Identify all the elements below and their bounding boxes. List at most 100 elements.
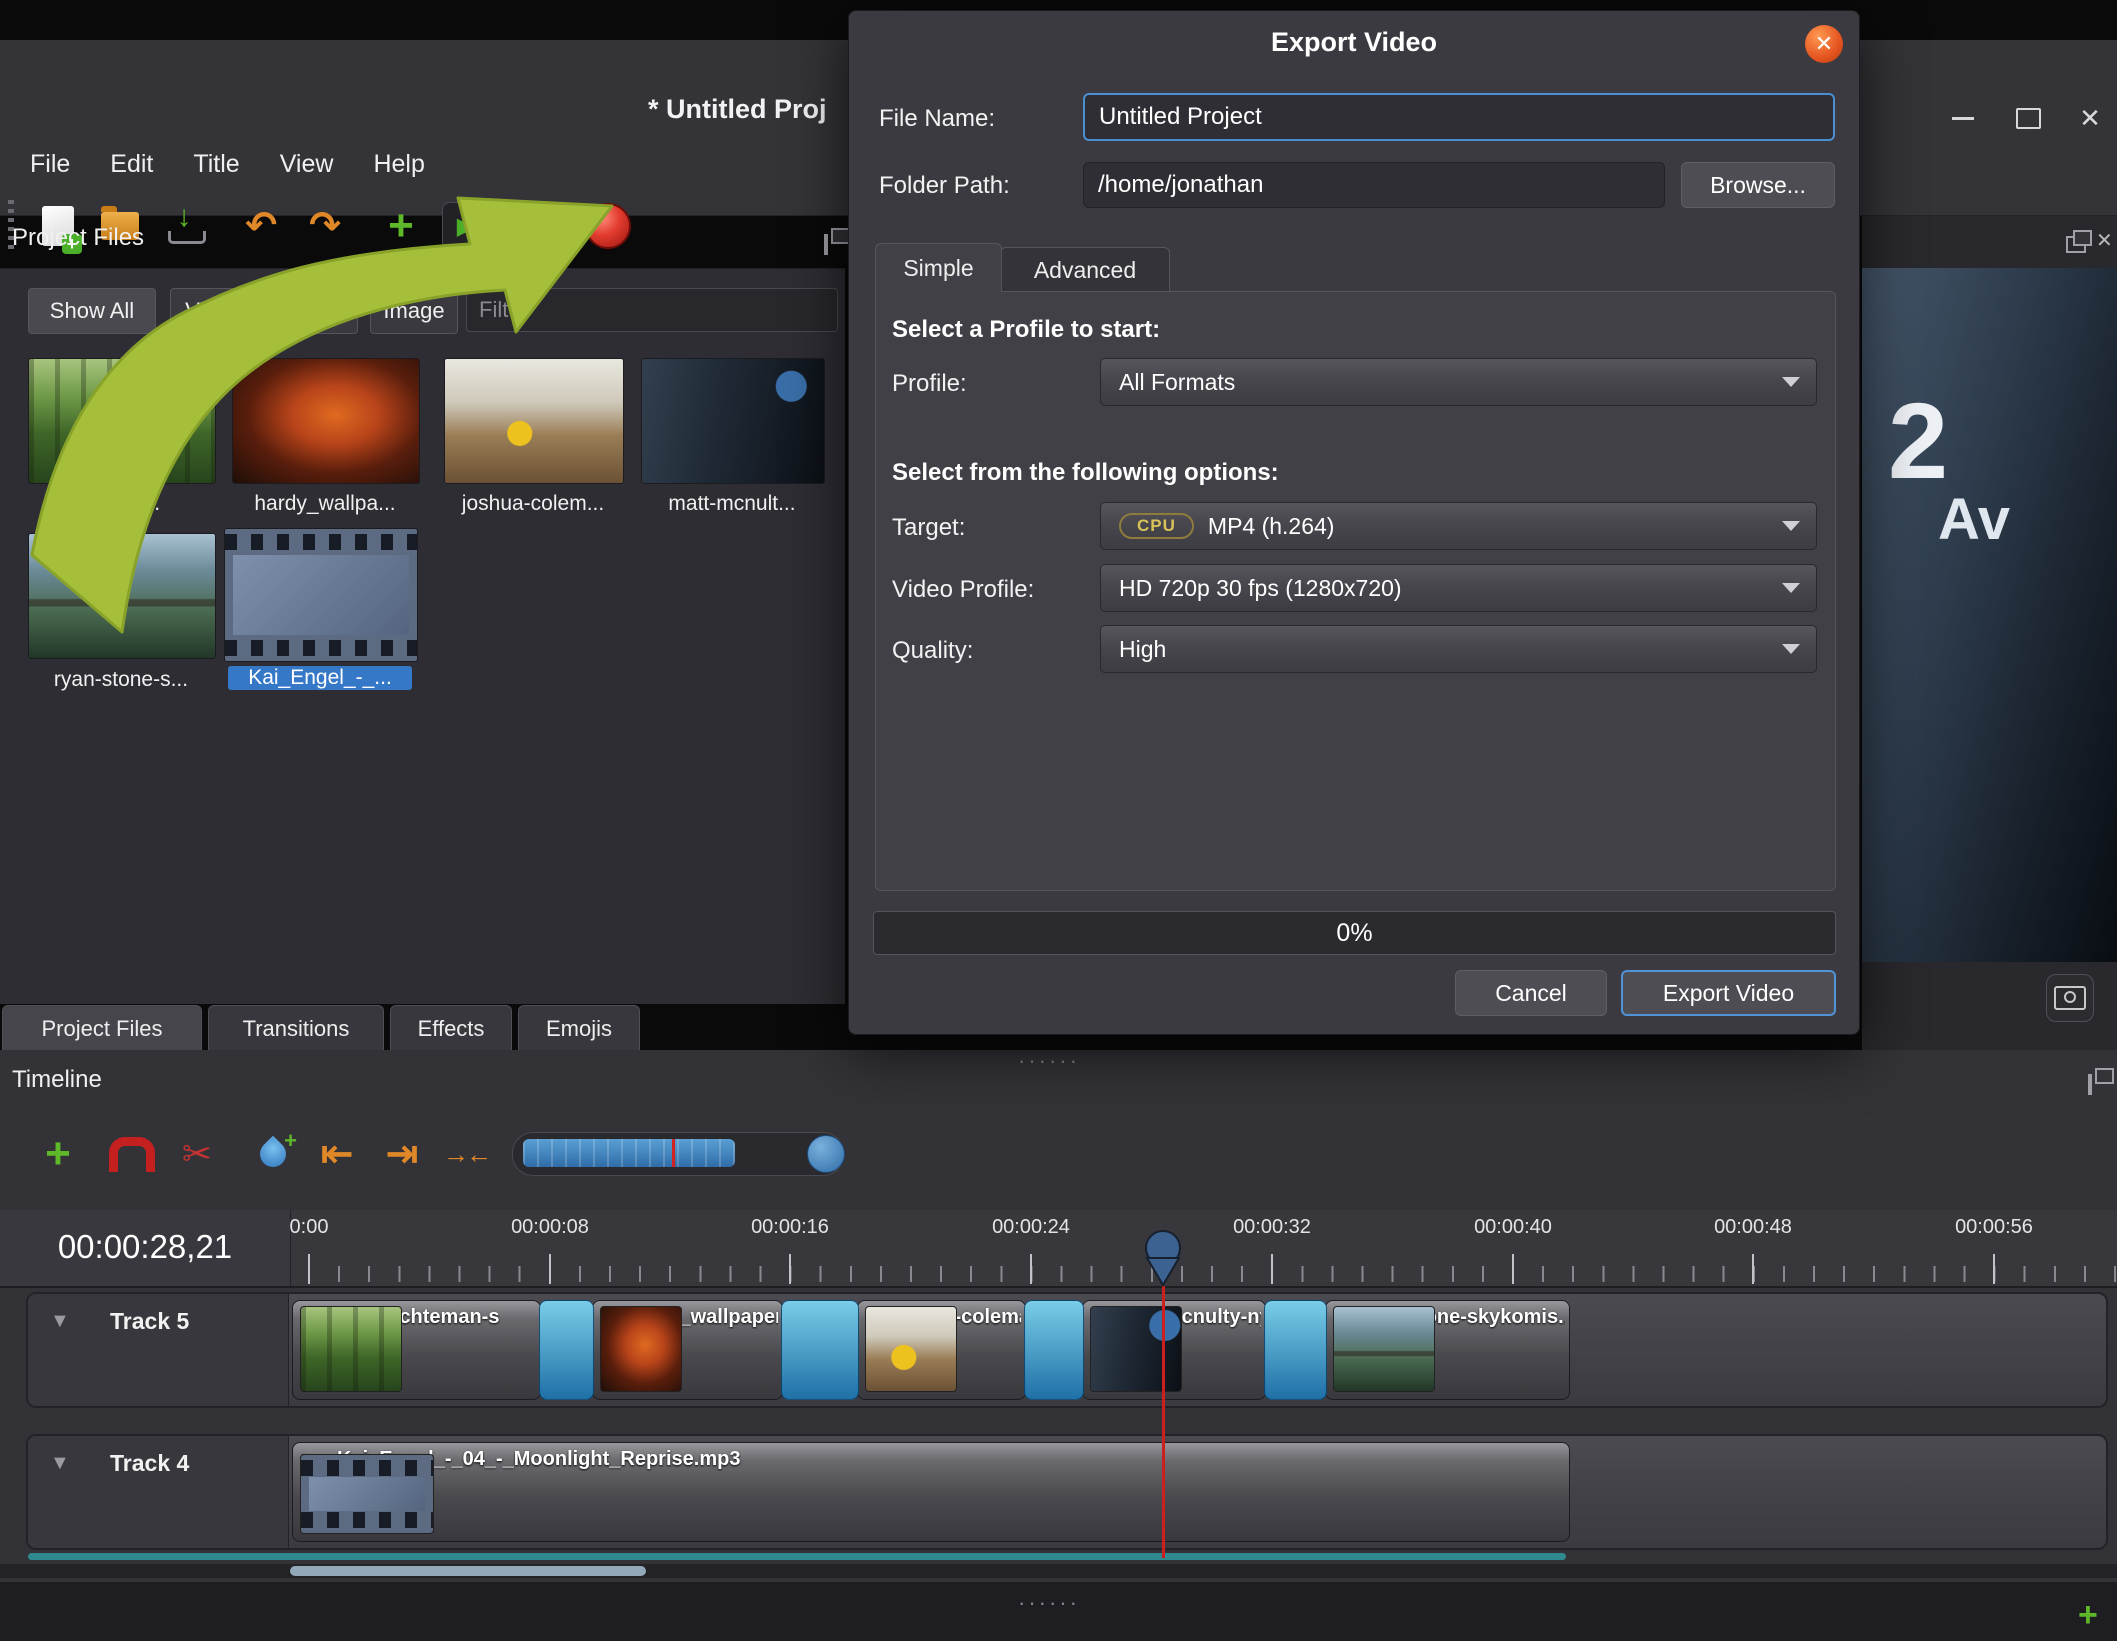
undock-panel-icon[interactable] xyxy=(824,234,828,255)
panel-splitter-handle[interactable]: ······ xyxy=(1018,1048,1080,1074)
timeline-clip-ryan[interactable]: ▾ ryan-stone-skykomis... xyxy=(1325,1300,1570,1400)
timeline-clip-joshua[interactable]: ▾ joshua-coleman-sc xyxy=(857,1300,1026,1400)
profile-label: Profile: xyxy=(892,370,967,397)
tab-emojis[interactable]: Emojis xyxy=(518,1005,640,1052)
folder-path-input[interactable] xyxy=(1083,162,1665,208)
filter-audio-button[interactable]: Audio xyxy=(270,288,358,334)
snapping-button[interactable] xyxy=(106,1126,158,1182)
current-time-box: 00:00:28,21 xyxy=(0,1210,291,1286)
file-thumbnail-matt[interactable] xyxy=(641,358,825,484)
previous-marker-button[interactable]: ⇤ xyxy=(311,1126,363,1182)
import-files-button[interactable]: + xyxy=(375,198,427,254)
menu-help[interactable]: Help xyxy=(353,142,444,187)
play-icon: ▶ xyxy=(442,202,490,250)
close-button[interactable]: ✕ xyxy=(2068,98,2112,138)
transition[interactable] xyxy=(539,1300,594,1400)
ruler-label: 00:00:48 xyxy=(1714,1216,1792,1238)
timeline-clip-brad[interactable]: ▾ brad-huchteman-s xyxy=(292,1300,541,1400)
menu-view[interactable]: View xyxy=(260,142,354,187)
hscrollbar-thumb[interactable] xyxy=(290,1566,646,1576)
choose-profile-button[interactable] xyxy=(506,198,558,254)
play-button[interactable]: ▶ xyxy=(440,198,492,254)
tab-project-files[interactable]: Project Files xyxy=(2,1005,202,1052)
track-name: Track 4 xyxy=(110,1450,190,1476)
save-icon: ↓ xyxy=(176,200,192,233)
timeline-clip-matt[interactable]: ▾ matt-mcnulty-nyc- xyxy=(1082,1300,1266,1400)
track-chevron-icon[interactable]: ▼ xyxy=(50,1310,70,1333)
export-video-confirm-button[interactable]: Export Video xyxy=(1621,970,1836,1016)
redo-button[interactable]: ↷ xyxy=(299,198,351,254)
track-header[interactable]: ▼ Track 5 xyxy=(28,1294,289,1406)
filter-show-all-button[interactable]: Show All xyxy=(28,288,156,334)
profile-value: All Formats xyxy=(1119,368,1236,395)
splitter-handle[interactable]: ······ xyxy=(1018,1590,1080,1616)
add-track-button[interactable]: + xyxy=(32,1126,84,1182)
zoom-range[interactable] xyxy=(523,1139,735,1167)
file-label: joshua-colem... xyxy=(461,492,605,515)
undock-preview-icon[interactable] xyxy=(2066,230,2092,253)
menu-edit[interactable]: Edit xyxy=(90,142,173,187)
folder-path-label: Folder Path: xyxy=(879,172,1010,199)
file-name-label: File Name: xyxy=(879,105,996,132)
center-playhead-button[interactable]: →← xyxy=(440,1126,492,1182)
filter-image-button[interactable]: Image xyxy=(370,288,458,334)
timeline-hscrollbar[interactable] xyxy=(0,1564,2117,1578)
video-profile-dropdown[interactable]: HD 720p 30 fps (1280x720) xyxy=(1100,564,1817,612)
menu-bar: File Edit Title View Help xyxy=(10,142,445,187)
add-marker-button[interactable]: + xyxy=(247,1126,299,1182)
track-chevron-icon[interactable]: ▼ xyxy=(50,1452,70,1475)
close-preview-icon[interactable]: ✕ xyxy=(2096,228,2113,253)
video-frame: 2 Av xyxy=(1862,268,2117,962)
file-name-input[interactable] xyxy=(1083,93,1835,141)
filter-video-button[interactable]: Video xyxy=(170,288,256,334)
maximize-button[interactable] xyxy=(2006,98,2050,138)
export-video-button[interactable] xyxy=(582,198,634,254)
save-project-button[interactable]: ↓ xyxy=(158,198,210,254)
playhead-line[interactable] xyxy=(1162,1286,1165,1558)
cancel-button[interactable]: Cancel xyxy=(1455,970,1607,1016)
transition[interactable] xyxy=(1264,1300,1327,1400)
transition[interactable] xyxy=(781,1300,859,1400)
tab-advanced[interactable]: Advanced xyxy=(1000,247,1170,292)
track-3-edge xyxy=(28,1553,1566,1560)
undo-button[interactable]: ↶ xyxy=(235,198,287,254)
transition[interactable] xyxy=(1024,1300,1084,1400)
snapshot-button[interactable] xyxy=(2046,974,2094,1022)
file-thumbnail-joshua[interactable] xyxy=(444,358,624,484)
target-dropdown[interactable]: CPU MP4 (h.264) xyxy=(1100,502,1817,550)
add-icon-bottom[interactable]: + xyxy=(2078,1596,2098,1635)
razor-button[interactable]: ✂ xyxy=(171,1126,223,1182)
menu-title[interactable]: Title xyxy=(173,142,259,187)
timeline-clip-kai-audio[interactable]: ▾ Kai_Engel_-_04_-_Moonlight_Reprise.mp3 xyxy=(292,1442,1570,1542)
undock-timeline-icon[interactable] xyxy=(2088,1074,2092,1095)
file-thumbnail-ryan[interactable] xyxy=(28,533,216,659)
playhead-marker[interactable] xyxy=(1140,1228,1186,1288)
file-thumbnail-hardy[interactable] xyxy=(232,358,420,484)
menu-file[interactable]: File xyxy=(10,142,90,187)
zoom-handle[interactable] xyxy=(807,1135,845,1173)
project-files-panel-title: Project Files xyxy=(12,224,145,251)
file-thumbnail-kai-engel[interactable] xyxy=(224,528,418,662)
filter-input[interactable] xyxy=(466,288,838,332)
maximize-icon xyxy=(2015,107,2041,129)
dialog-close-button[interactable]: ✕ xyxy=(1805,25,1843,63)
next-marker-icon: ⇥ xyxy=(385,1132,419,1176)
timeline-clip-hardy[interactable]: ▾ hardy_wallpaper_ xyxy=(592,1300,783,1400)
simple-tab-panel: Select a Profile to start: Profile: All … xyxy=(875,291,1836,891)
record-icon xyxy=(585,203,631,249)
timeline-zoom-slider[interactable] xyxy=(512,1132,845,1176)
file-thumbnail-brad[interactable] xyxy=(28,358,216,484)
next-marker-button[interactable]: ⇥ xyxy=(376,1126,428,1182)
timeline-ruler[interactable]: 00:00:28,21 0:00 00:00:08 00:00:16 00:00… xyxy=(0,1210,2117,1288)
tab-transitions[interactable]: Transitions xyxy=(208,1005,384,1052)
tab-simple[interactable]: Simple xyxy=(875,243,1002,292)
minimize-button[interactable] xyxy=(1941,98,1985,138)
ruler-label: 00:00:40 xyxy=(1474,1216,1552,1238)
browse-button[interactable]: Browse... xyxy=(1681,162,1835,208)
video-preview-panel: ✕ 2 Av xyxy=(1862,216,2117,1050)
profile-dropdown[interactable]: All Formats xyxy=(1100,358,1817,406)
quality-dropdown[interactable]: High xyxy=(1100,625,1817,673)
tab-effects[interactable]: Effects xyxy=(390,1005,512,1052)
minimize-icon xyxy=(1952,116,1974,120)
track-header[interactable]: ▼ Track 4 xyxy=(28,1436,289,1548)
